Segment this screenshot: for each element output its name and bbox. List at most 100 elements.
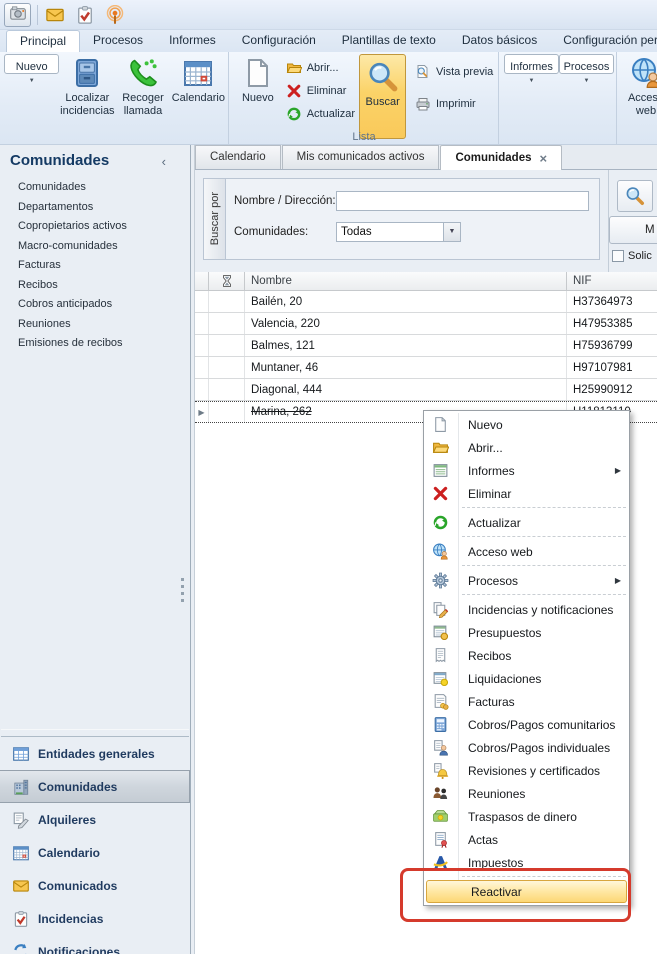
sidebar-item[interactable]: Reuniones [0,315,190,335]
close-tab-icon[interactable]: × [540,147,548,170]
ribbon-big-button[interactable]: Localizar incidencias ▼ [59,54,115,120]
context-menu-item[interactable]: Liquidaciones [424,667,629,690]
ribbon-small-button[interactable]: Actualizar [282,104,360,124]
nav-item[interactable]: Comunicados [0,869,190,902]
ribbon-tab[interactable]: Informes [156,30,229,52]
ribbon-small-button[interactable]: Vista previa [411,62,496,82]
context-menu-item[interactable]: Reactivar [426,880,627,903]
ribbon-group-general: Nuevo ▼ Localizar incidencias ▼ Recoger … [0,52,229,144]
context-menu-item[interactable]: Cobros/Pagos individuales [424,736,629,759]
ribbon-small-button[interactable]: Imprimir [411,94,496,114]
row-status-cell [209,402,245,422]
ribbon-tab[interactable]: Plantillas de texto [329,30,449,52]
sidebar-collapse-icon[interactable]: ‹ [162,154,166,169]
ribbon-big-button[interactable]: Recoger llamada ▼ [115,54,170,120]
nuevo-list-button[interactable]: Nuevo [234,54,282,107]
context-menu-item[interactable]: Abrir... [424,436,629,459]
incidents-clipboard-icon[interactable] [75,5,95,25]
ribbon-big-button[interactable]: Calendario ▼ [171,54,226,107]
context-menu-item[interactable]: Procesos [424,569,629,592]
sidebar-item[interactable]: Macro-comunidades [0,237,190,257]
ribbon-tab[interactable]: Principal [6,30,80,52]
communities-dropdown[interactable]: Todas ▼ [336,222,461,242]
sidebar-item[interactable]: Copropietarios activos [0,217,190,237]
nav-item[interactable]: Notificaciones [0,935,190,954]
context-menu-item[interactable]: Facturas [424,690,629,713]
communities-dropdown-value: Todas [337,226,443,238]
nombre-cell: Balmes, 121 [245,335,567,356]
table-row[interactable]: Muntaner, 46 H97107981 [195,357,657,379]
ribbon-group-tools: Informes ▼ Procesos ▼ [500,52,617,144]
ribbon-small-button[interactable]: Abrir... [282,58,360,78]
context-menu-item[interactable]: Nuevo [424,413,629,436]
nav-item[interactable]: Incidencias [0,902,190,935]
table-row[interactable]: Balmes, 121 H75936799 [195,335,657,357]
find-button[interactable] [617,180,653,212]
sidebar-item[interactable]: Recibos [0,276,190,296]
row-status-cell [209,335,245,356]
row-marker-cell [195,313,209,334]
ribbon-tab[interactable]: Datos básicos [449,30,550,52]
hourglass-column-header[interactable] [209,272,245,290]
document-tab[interactable]: Mis comunicados activos [282,145,440,169]
nav-item[interactable]: Alquileres [0,803,190,836]
context-menu-item[interactable]: Cobros/Pagos comunitarios [424,713,629,736]
web-user-icon [630,57,657,89]
page-icon [242,57,274,89]
nif-column-header[interactable]: NIF [567,272,657,290]
context-menu-item[interactable]: Actas [424,828,629,851]
table-row[interactable]: Diagonal, 444 H25990912 [195,379,657,401]
checkbox-label: Solic [628,250,652,262]
context-menu-item[interactable]: Reuniones [424,782,629,805]
search-panel-vertical-tab[interactable]: Buscar por [204,179,226,259]
ribbon-tab[interactable]: Procesos [80,30,156,52]
buscar-button[interactable]: Buscar [359,54,406,139]
ribbon-big-button[interactable]: Nuevo ▼ [4,54,59,74]
ribbon-button-icon [127,57,159,89]
row-marker-column-header[interactable] [195,272,209,290]
context-menu-item[interactable]: Actualizar [424,511,629,534]
acceso-web-button[interactable]: Acceso web [622,54,657,120]
context-menu-item[interactable]: Revisiones y certificados [424,759,629,782]
sidebar-item[interactable]: Cobros anticipados [0,295,190,315]
context-menu-item[interactable]: Incidencias y notificaciones [424,598,629,621]
ribbon-tab-bar: PrincipalProcesosInformesConfiguraciónPl… [0,30,657,52]
sidebar: Comunidades ‹ ComunidadesDepartamentosCo… [0,145,190,954]
sidebar-item[interactable]: Comunidades [0,178,190,198]
broadcast-icon[interactable] [105,5,125,25]
ribbon-big-button[interactable]: Informes ▼ [504,54,559,74]
nav-item[interactable]: Calendario [0,836,190,869]
name-address-input[interactable] [336,191,589,211]
table-row[interactable]: Bailén, 20 H37364973 [195,291,657,313]
chevron-down-icon[interactable]: ▼ [443,223,460,241]
nombre-column-header[interactable]: Nombre [245,272,567,290]
nav-item[interactable]: Comunidades [0,770,190,803]
more-button[interactable]: M [609,216,657,244]
sidebar-item[interactable]: Facturas [0,256,190,276]
sidebar-nav: Entidades generales Comunidades Alquiler… [0,729,190,954]
context-menu-item[interactable]: Recibos [424,644,629,667]
document-tab[interactable]: Comunidades × [440,145,562,170]
context-menu-item[interactable]: Presupuestos [424,621,629,644]
search-side-panel: M Solic [608,170,657,272]
mail-icon[interactable] [45,5,65,25]
checkbox[interactable] [612,250,624,262]
ribbon-tab[interactable]: Configuración [229,30,329,52]
nav-resize-handle[interactable] [1,729,189,737]
app-menu-button[interactable] [4,3,31,27]
nav-item[interactable]: Entidades generales [0,737,190,770]
table-row[interactable]: Valencia, 220 H47953385 [195,313,657,335]
context-menu-item[interactable]: Informes [424,459,629,482]
context-menu-item[interactable]: Traspasos de dinero [424,805,629,828]
row-marker-cell [195,335,209,356]
sidebar-item[interactable]: Emisiones de recibos [0,334,190,354]
ribbon-tab[interactable]: Configuración personal [550,30,657,52]
ribbon-big-button[interactable]: Procesos ▼ [559,54,614,74]
ribbon-small-button[interactable]: Eliminar [282,81,360,101]
context-menu-item[interactable]: Acceso web [424,540,629,563]
context-menu-item[interactable]: Eliminar [424,482,629,505]
document-tab[interactable]: Calendario [195,145,281,169]
sidebar-item[interactable]: Departamentos [0,198,190,218]
context-menu-item[interactable]: Impuestos [424,851,629,874]
splitter-grip-dots[interactable] [181,578,184,606]
